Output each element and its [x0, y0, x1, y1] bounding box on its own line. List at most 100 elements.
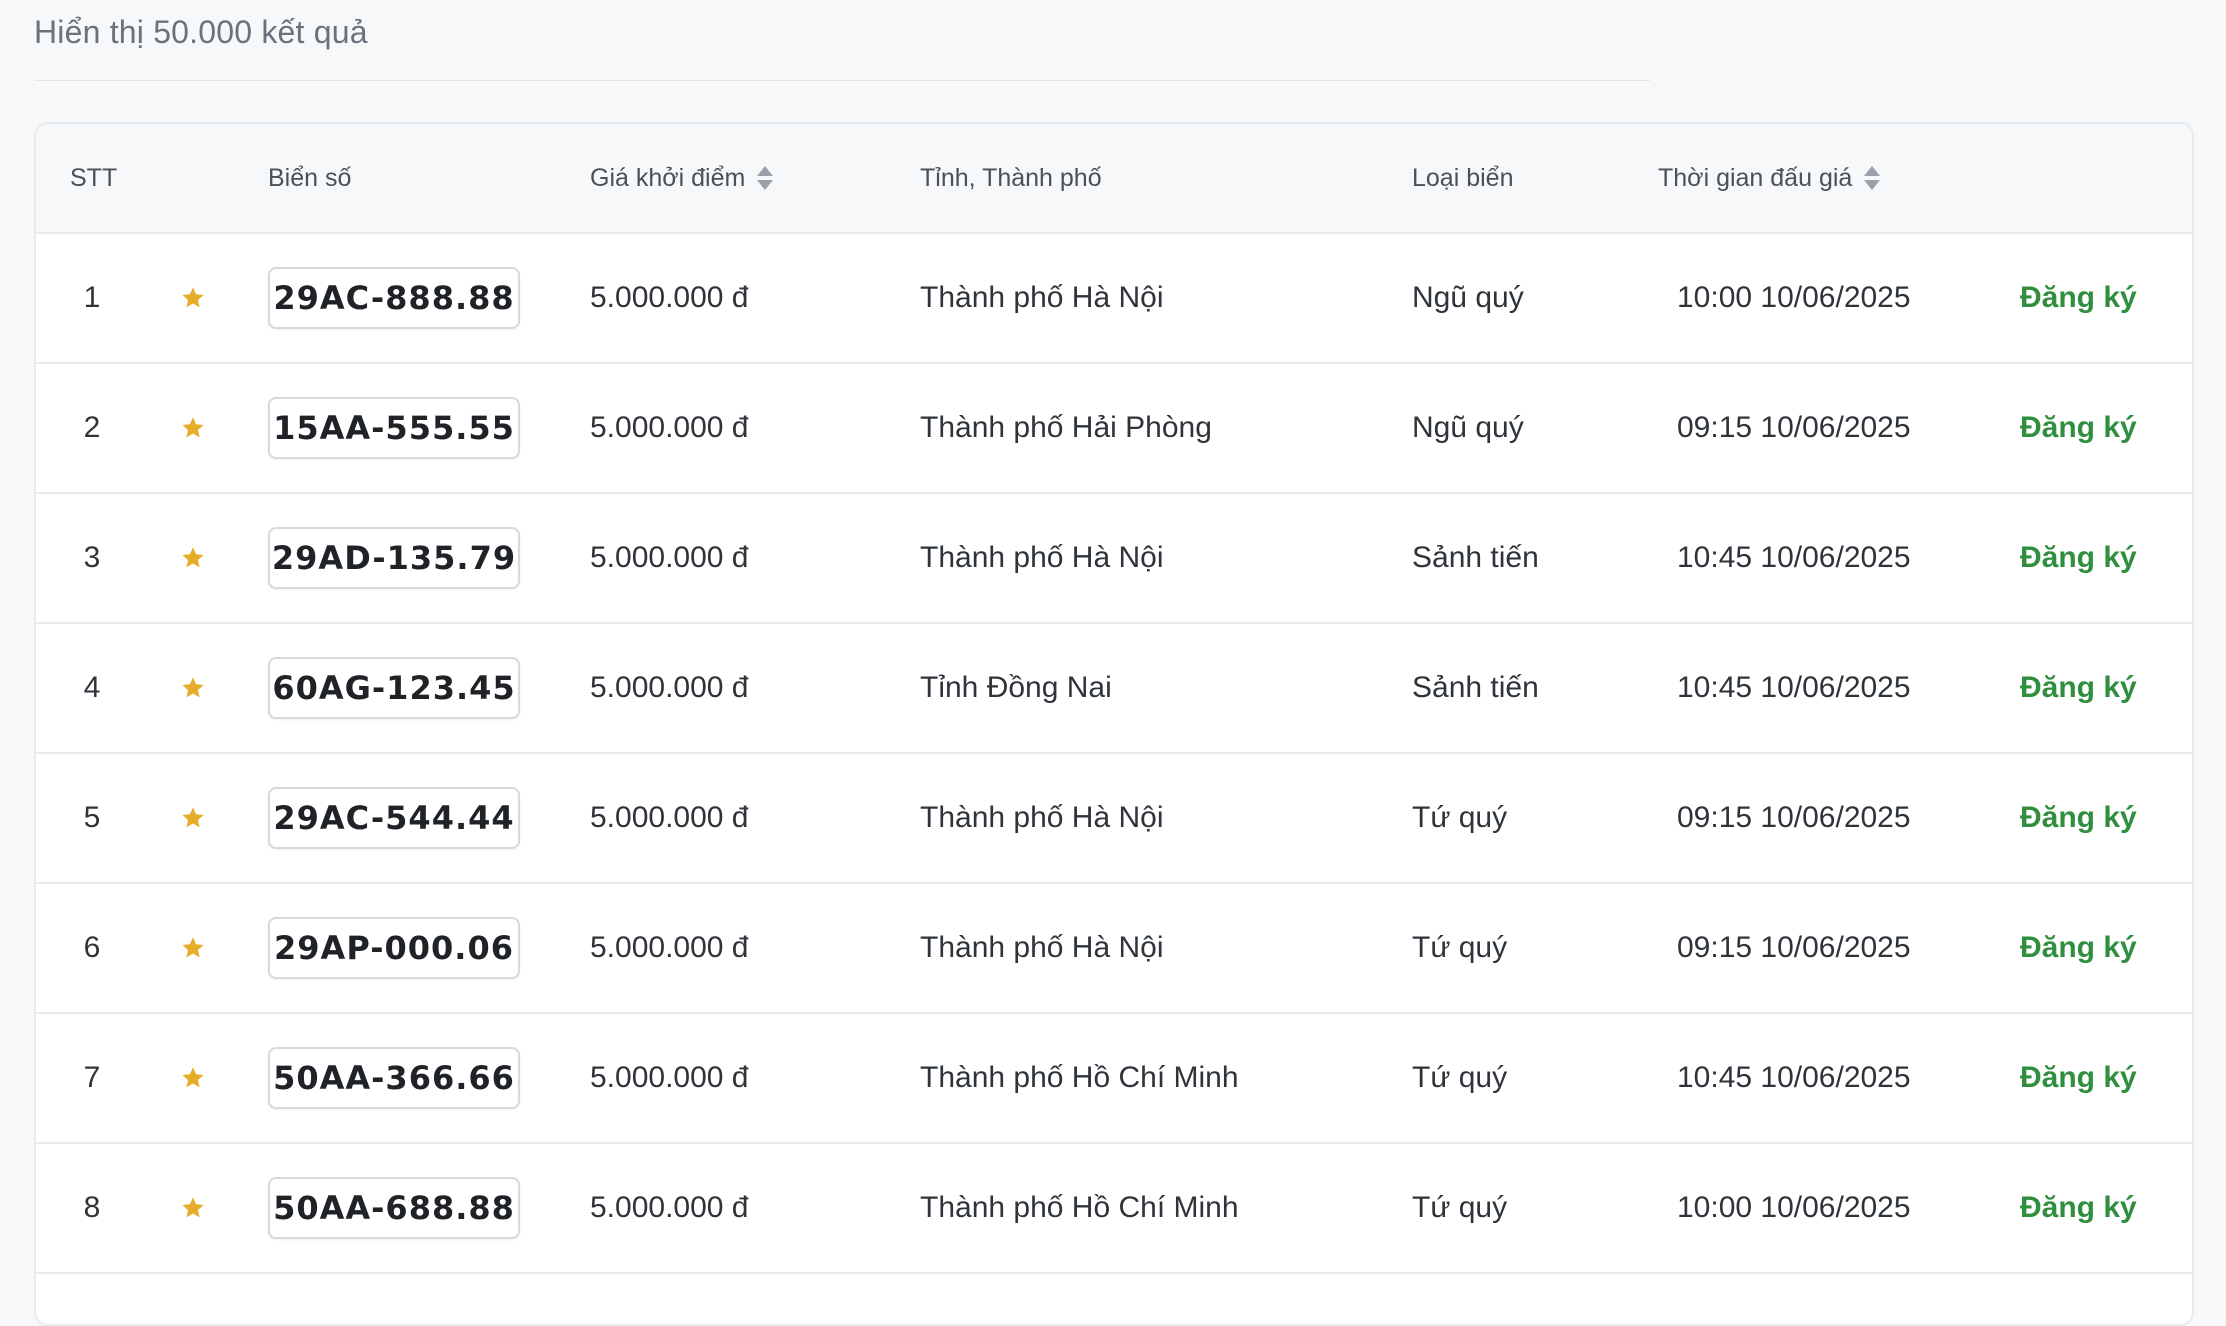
star-icon[interactable] — [180, 1195, 206, 1221]
star-icon[interactable] — [148, 1144, 238, 1272]
sort-icon[interactable] — [757, 166, 774, 190]
license-plate: 50AA-688.88 — [268, 1177, 520, 1239]
star-icon[interactable] — [148, 624, 238, 752]
province: Thành phố Hà Nội — [920, 281, 1164, 314]
license-plate: 60AG-123.45 — [268, 657, 520, 719]
header-stt: STT — [70, 163, 118, 192]
register-button[interactable]: Đăng ký — [2020, 281, 2137, 315]
license-plate: 15AA-555.55 — [268, 397, 520, 459]
license-plate: 29AD-135.79 — [268, 527, 520, 589]
starting-price: 5.000.000 đ — [590, 541, 749, 574]
star-icon[interactable] — [148, 754, 238, 882]
auction-time: 10:00 10/06/2025 — [1677, 1191, 1911, 1224]
register-link[interactable]: Đăng ký — [2020, 1014, 2137, 1142]
star-icon[interactable] — [180, 545, 206, 571]
header-province: Tỉnh, Thành phố — [920, 163, 1102, 192]
license-plate: 29AC-544.44 — [268, 787, 520, 849]
province: Tỉnh Đồng Nai — [920, 671, 1112, 704]
starting-price: 5.000.000 đ — [590, 671, 749, 704]
star-icon[interactable] — [148, 494, 238, 622]
plate-type: Tứ quý — [1412, 931, 1508, 964]
plate-cell: 29AC-544.44 — [268, 754, 520, 882]
register-link[interactable]: Đăng ký — [2020, 1144, 2137, 1272]
table-row: 2 15AA-555.55 5.000.000 đ Thành phố Hải … — [36, 364, 2192, 494]
auction-time: 10:45 10/06/2025 — [1677, 541, 1911, 574]
star-icon[interactable] — [148, 1014, 238, 1142]
star-icon[interactable] — [148, 884, 238, 1012]
header-plate: Biển số — [268, 163, 352, 192]
star-icon[interactable] — [180, 675, 206, 701]
table-row: 6 29AP-000.06 5.000.000 đ Thành phố Hà N… — [36, 884, 2192, 1014]
province: Thành phố Hà Nội — [920, 801, 1164, 834]
auction-time: 10:45 10/06/2025 — [1677, 671, 1911, 704]
row-index: 2 — [83, 411, 101, 444]
register-link[interactable]: Đăng ký — [2020, 234, 2137, 362]
starting-price: 5.000.000 đ — [590, 411, 749, 444]
auction-time: 10:00 10/06/2025 — [1677, 281, 1911, 314]
license-plate: 29AP-000.06 — [268, 917, 520, 979]
table-row: 4 60AG-123.45 5.000.000 đ Tỉnh Đồng Nai … — [36, 624, 2192, 754]
table-row: 7 50AA-366.66 5.000.000 đ Thành phố Hồ C… — [36, 1014, 2192, 1144]
auction-time: 09:15 10/06/2025 — [1677, 801, 1911, 834]
star-icon[interactable] — [180, 805, 206, 831]
auction-time: 09:15 10/06/2025 — [1677, 411, 1911, 444]
auction-time: 10:45 10/06/2025 — [1677, 1061, 1911, 1094]
row-index: 1 — [83, 281, 101, 314]
register-link[interactable]: Đăng ký — [2020, 624, 2137, 752]
register-button[interactable]: Đăng ký — [2020, 411, 2137, 445]
result-count: Hiển thị 50.000 kết quả — [34, 14, 368, 50]
plate-cell: 29AD-135.79 — [268, 494, 520, 622]
star-icon[interactable] — [180, 935, 206, 961]
table-row: 3 29AD-135.79 5.000.000 đ Thành phố Hà N… — [36, 494, 2192, 624]
plate-cell: 29AC-888.88 — [268, 234, 520, 362]
header-time-label: Thời gian đấu giá — [1658, 163, 1853, 192]
province: Thành phố Hà Nội — [920, 931, 1164, 964]
table-header: STT Biển số Giá khởi điểm Tỉnh, Thành ph… — [36, 124, 2192, 234]
divider — [34, 80, 1650, 81]
plate-type: Tứ quý — [1412, 1061, 1508, 1094]
plate-cell: 60AG-123.45 — [268, 624, 520, 752]
plate-cell: 15AA-555.55 — [268, 364, 520, 492]
row-index: 3 — [83, 541, 101, 574]
starting-price: 5.000.000 đ — [590, 281, 749, 314]
plate-type: Tứ quý — [1412, 801, 1508, 834]
register-button[interactable]: Đăng ký — [2020, 931, 2137, 965]
register-link[interactable]: Đăng ký — [2020, 754, 2137, 882]
header-price[interactable]: Giá khởi điểm — [590, 124, 774, 232]
star-icon[interactable] — [148, 364, 238, 492]
register-button[interactable]: Đăng ký — [2020, 671, 2137, 705]
plate-type: Sảnh tiến — [1412, 671, 1539, 704]
register-link[interactable]: Đăng ký — [2020, 364, 2137, 492]
register-link[interactable]: Đăng ký — [2020, 884, 2137, 1012]
register-button[interactable]: Đăng ký — [2020, 801, 2137, 835]
province: Thành phố Hải Phòng — [920, 411, 1212, 444]
register-link[interactable]: Đăng ký — [2020, 494, 2137, 622]
starting-price: 5.000.000 đ — [590, 931, 749, 964]
plate-type: Ngũ quý — [1412, 281, 1524, 314]
license-plate: 50AA-366.66 — [268, 1047, 520, 1109]
register-button[interactable]: Đăng ký — [2020, 1191, 2137, 1225]
plate-type: Ngũ quý — [1412, 411, 1524, 444]
province: Thành phố Hồ Chí Minh — [920, 1191, 1239, 1224]
header-price-label: Giá khởi điểm — [590, 163, 746, 192]
header-type: Loại biển — [1412, 163, 1514, 192]
table-row: 1 29AC-888.88 5.000.000 đ Thành phố Hà N… — [36, 234, 2192, 364]
register-button[interactable]: Đăng ký — [2020, 541, 2137, 575]
plate-cell: 29AP-000.06 — [268, 884, 520, 1012]
plate-type: Sảnh tiến — [1412, 541, 1539, 574]
plate-cell: 50AA-688.88 — [268, 1144, 520, 1272]
row-index: 7 — [83, 1061, 101, 1094]
table-row: 5 29AC-544.44 5.000.000 đ Thành phố Hà N… — [36, 754, 2192, 884]
star-icon[interactable] — [180, 415, 206, 441]
header-time[interactable]: Thời gian đấu giá — [1658, 124, 1881, 232]
plates-table: STT Biển số Giá khởi điểm Tỉnh, Thành ph… — [34, 122, 2194, 1326]
star-icon[interactable] — [148, 234, 238, 362]
row-index: 5 — [83, 801, 101, 834]
register-button[interactable]: Đăng ký — [2020, 1061, 2137, 1095]
sort-icon[interactable] — [1864, 166, 1881, 190]
plate-cell: 50AA-366.66 — [268, 1014, 520, 1142]
license-plate: 29AC-888.88 — [268, 267, 520, 329]
plate-type: Tứ quý — [1412, 1191, 1508, 1224]
star-icon[interactable] — [180, 285, 206, 311]
star-icon[interactable] — [180, 1065, 206, 1091]
